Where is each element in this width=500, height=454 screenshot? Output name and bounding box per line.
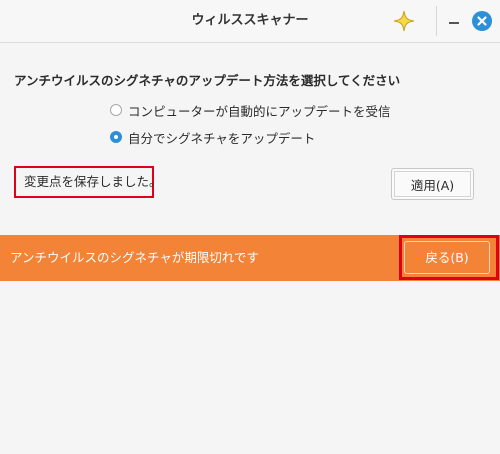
- radio-auto-update[interactable]: コンピューターが自動的にアップデートを受信: [110, 101, 391, 119]
- update-method-heading: アンチウイルスのシグネチャのアップデート方法を選択してください: [14, 73, 401, 88]
- radio-auto-update-label: コンピューターが自動的にアップデートを受信: [128, 103, 391, 119]
- apply-button[interactable]: 適用(A): [391, 168, 474, 200]
- title-bar: ウィルススキャナー: [0, 0, 500, 43]
- radio-button-unchecked[interactable]: [110, 104, 122, 116]
- sparkle-icon[interactable]: [393, 10, 415, 32]
- minimize-icon[interactable]: [447, 13, 463, 29]
- window-title: ウィルススキャナー: [191, 13, 309, 28]
- radio-button-checked[interactable]: [110, 131, 122, 143]
- radio-manual-update-label: 自分でシグネチャをアップデート: [128, 130, 316, 146]
- close-icon[interactable]: [472, 11, 492, 31]
- titlebar-separator: [436, 6, 437, 36]
- banner-message: アンチウイルスのシグネチャが期限切れです: [10, 250, 260, 265]
- radio-manual-update[interactable]: 自分でシグネチャをアップデート: [110, 128, 315, 146]
- back-button[interactable]: 戻る(B): [404, 241, 490, 274]
- save-status-message: 変更点を保存しました。: [14, 166, 162, 198]
